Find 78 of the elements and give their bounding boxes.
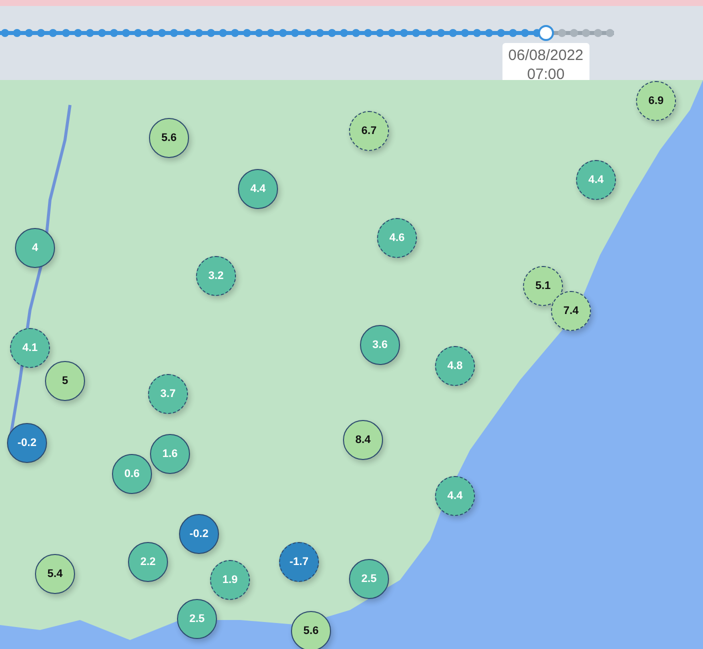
- timeline-step-dot[interactable]: [25, 29, 34, 37]
- timeline-step-dot[interactable]: [170, 29, 178, 37]
- timeline-step-dot[interactable]: [62, 29, 70, 37]
- timeline-step-dot[interactable]: [606, 29, 614, 37]
- value-marker[interactable]: 0.6: [112, 454, 152, 494]
- value-marker[interactable]: 5.4: [35, 554, 75, 594]
- value-marker[interactable]: 3.6: [360, 325, 400, 365]
- value-marker[interactable]: 4: [15, 228, 55, 268]
- timeline-step-dot[interactable]: [364, 29, 372, 37]
- timeline-step-dot[interactable]: [86, 29, 94, 37]
- timeline-step-dot[interactable]: [485, 29, 493, 37]
- timeline-step-dot[interactable]: [122, 29, 130, 37]
- timeline-step-dot[interactable]: [436, 29, 445, 37]
- timeline-step-dot[interactable]: [412, 29, 420, 37]
- timeline-step-dot[interactable]: [98, 29, 106, 37]
- timeline-step-dot[interactable]: [328, 29, 336, 37]
- timeline-step-dot[interactable]: [570, 29, 578, 37]
- timeline-step-dot[interactable]: [218, 29, 227, 37]
- value-marker[interactable]: 4.4: [238, 169, 278, 209]
- tooltip-date: 06/08/2022: [508, 46, 584, 65]
- value-marker[interactable]: 8.4: [343, 420, 383, 460]
- timeline-step-dot[interactable]: [13, 29, 22, 37]
- value-marker[interactable]: -1.7: [279, 542, 319, 582]
- value-marker[interactable]: 3.2: [196, 256, 236, 296]
- timeline-step-dot[interactable]: [291, 29, 300, 37]
- value-marker[interactable]: 4.6: [377, 218, 417, 258]
- value-marker[interactable]: 4.4: [576, 160, 616, 200]
- timeline-step-dot[interactable]: [521, 29, 530, 37]
- timeline-step-dot[interactable]: [255, 29, 264, 37]
- timeline-step-dot[interactable]: [316, 29, 324, 37]
- timeline-step-dot[interactable]: [376, 29, 384, 37]
- timeline-step-dot[interactable]: [267, 29, 276, 37]
- value-marker[interactable]: 6.9: [636, 81, 676, 121]
- timeline-step-dot[interactable]: [509, 29, 518, 37]
- timeline-step-dot[interactable]: [110, 29, 118, 37]
- timeline-step-dot[interactable]: [594, 29, 602, 37]
- timeline-step-dot[interactable]: [304, 29, 312, 37]
- value-marker[interactable]: 5.6: [149, 118, 189, 158]
- value-marker[interactable]: 1.6: [150, 434, 190, 474]
- timeline-step-dot[interactable]: [460, 29, 469, 37]
- timeline-step-dot[interactable]: [74, 29, 82, 37]
- timeline-step-dot[interactable]: [230, 29, 239, 37]
- map[interactable]: 6.9 5.6 6.7 4.4 4.4 4 4.6 3.2 5.1 7.4 4.1 3.6 5 4.8 3.7 -0.2 0.6 1.6 8.4 4.4 -0.2 5.4 2.2 1.9 -1.7 2.5 2.5 5.6: [0, 80, 703, 649]
- timeline-step-dot[interactable]: [424, 29, 432, 37]
- timeline-step-dot[interactable]: [37, 29, 46, 37]
- timeline-step-dot[interactable]: [243, 29, 251, 37]
- value-marker[interactable]: -0.2: [7, 423, 47, 463]
- value-marker[interactable]: 5: [45, 361, 85, 401]
- slider-thumb[interactable]: [538, 25, 554, 41]
- timeline-step-dot[interactable]: [206, 29, 215, 37]
- timeline-step-dot[interactable]: [146, 29, 154, 37]
- timeline-step-dot[interactable]: [352, 29, 360, 37]
- timeline-step-dot[interactable]: [182, 29, 190, 37]
- timeline-step-dot[interactable]: [558, 29, 566, 37]
- timeline-step-dot[interactable]: [448, 29, 457, 37]
- timeline-step-dot[interactable]: [49, 29, 58, 37]
- timeline-step-dot[interactable]: [1, 29, 9, 37]
- value-marker[interactable]: 6.7: [349, 111, 389, 151]
- timeline-step-dot[interactable]: [158, 29, 166, 37]
- timeline-step-dot[interactable]: [134, 29, 142, 37]
- timeline-step-dot[interactable]: [400, 29, 408, 37]
- timeline-step-dot[interactable]: [582, 29, 590, 37]
- value-marker[interactable]: 2.2: [128, 542, 168, 582]
- timeline-step-dot[interactable]: [279, 29, 288, 37]
- timeline-step-dot[interactable]: [388, 29, 396, 37]
- value-marker[interactable]: 4.1: [10, 328, 50, 368]
- value-marker[interactable]: 5.1: [523, 266, 563, 306]
- timeline-step-dot[interactable]: [472, 29, 481, 37]
- timeline-step-dot[interactable]: [194, 29, 203, 37]
- timeline-step-dot[interactable]: [340, 29, 348, 37]
- value-marker[interactable]: 4.8: [435, 346, 475, 386]
- value-marker[interactable]: -0.2: [179, 514, 219, 554]
- value-marker[interactable]: 3.7: [148, 374, 188, 414]
- timeline-step-dot[interactable]: [497, 29, 506, 37]
- value-marker[interactable]: 1.9: [210, 560, 250, 600]
- value-marker[interactable]: 2.5: [177, 599, 217, 639]
- value-marker[interactable]: 5.6: [291, 611, 331, 649]
- value-marker[interactable]: 2.5: [349, 559, 389, 599]
